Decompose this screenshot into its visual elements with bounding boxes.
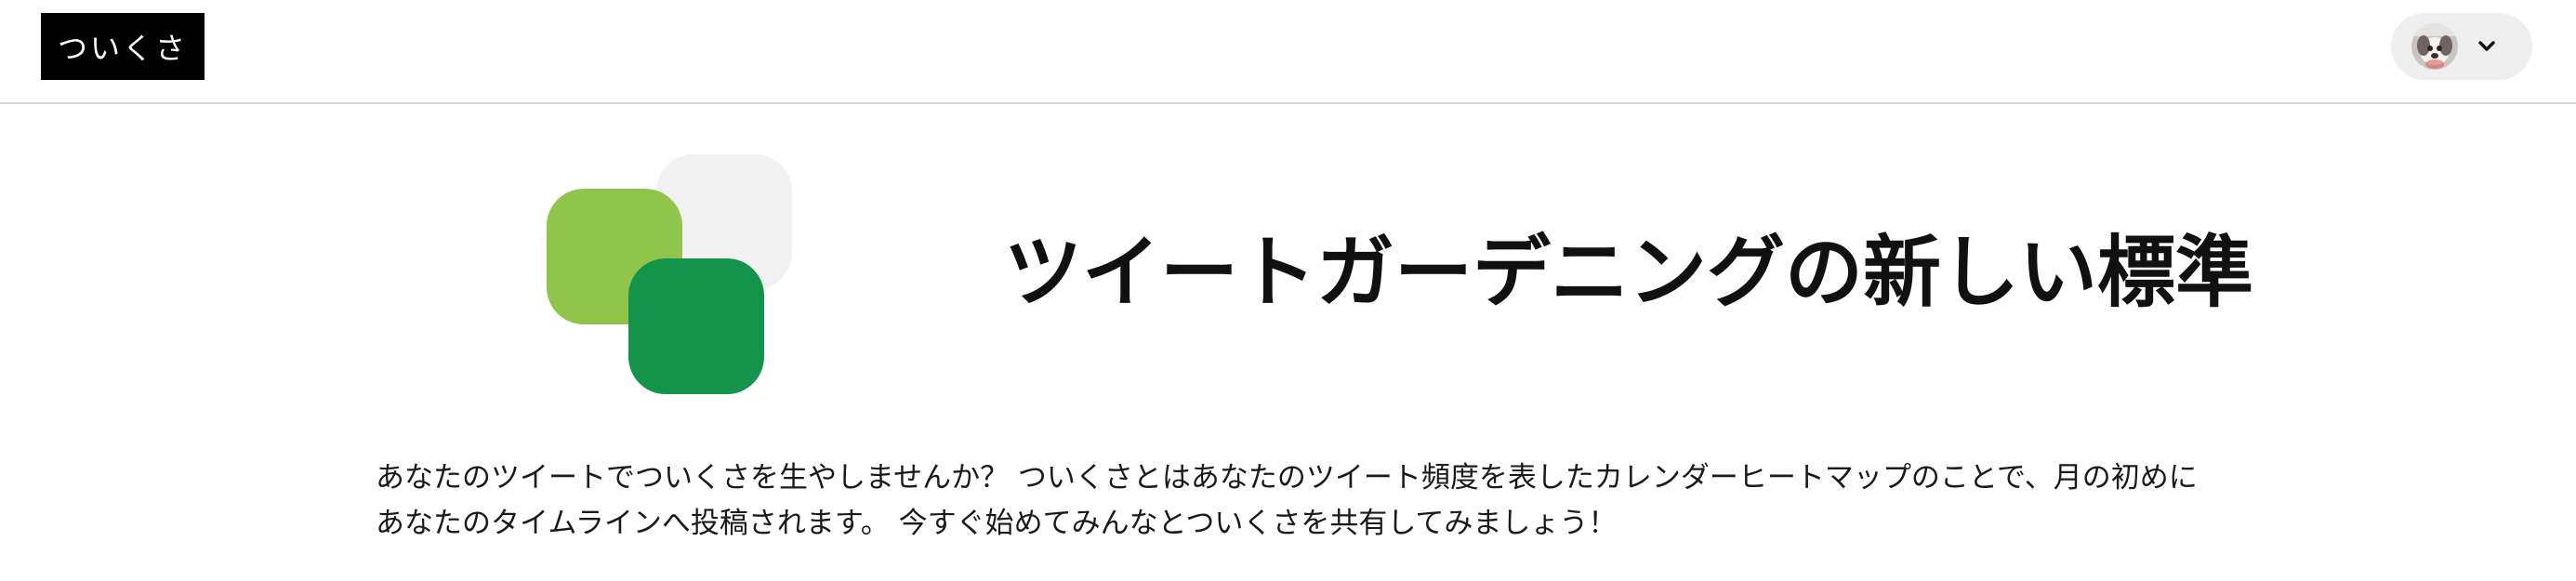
tsuikusa-logo-icon [547,154,792,394]
user-menu-button[interactable] [2391,13,2532,80]
description-text: あなたのツイートでついくさを生やしませんか？ ついくさとはあなたのツイート頻度を… [376,461,2198,540]
home-logo-link[interactable]: ついくさ [41,13,205,80]
hero-title: ツイートガーデニングの新しい標準 [1004,227,2254,318]
site-header: ついくさ [0,0,2576,104]
avatar [2411,23,2458,70]
logo-dark-green-square [628,258,764,394]
chevron-down-icon [2478,41,2495,51]
